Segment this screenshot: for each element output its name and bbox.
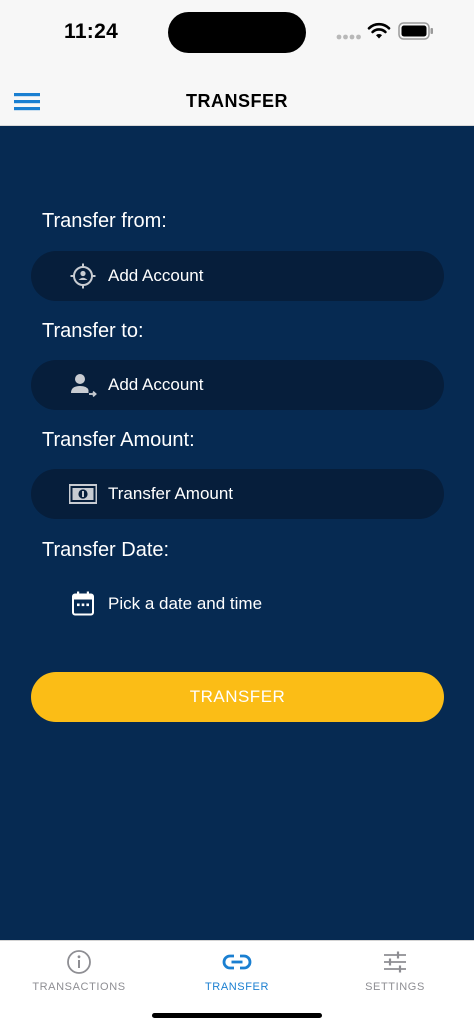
transfer-date-label: Transfer Date: <box>42 539 170 561</box>
cellular-signal-icon <box>336 34 361 40</box>
info-icon <box>67 950 91 974</box>
money-icon <box>69 484 97 504</box>
transfer-amount-placeholder: Transfer Amount <box>108 484 234 503</box>
tab-settings-label: SETTINGS <box>365 981 425 993</box>
transfer-from-value: Add Account <box>108 266 204 285</box>
tab-transactions[interactable]: TRANSACTIONS <box>0 941 158 1005</box>
status-time: 11:24 <box>64 20 119 43</box>
navigation-bar: TRANSFER <box>0 56 474 126</box>
link-icon <box>222 954 252 970</box>
tab-bar: TRANSACTIONS TRANSFER SETTINGS <box>0 940 474 1027</box>
tab-transactions-label: TRANSACTIONS <box>32 981 126 993</box>
transfer-amount-label: Transfer Amount: <box>42 429 195 451</box>
home-indicator <box>152 1013 322 1018</box>
transfer-date-picker[interactable]: Pick a date and time <box>31 579 444 629</box>
dynamic-island <box>168 12 306 53</box>
transfer-from-label: Transfer from: <box>42 210 167 232</box>
transfer-to-value: Add Account <box>108 375 204 394</box>
transfer-to-label: Transfer to: <box>42 320 144 342</box>
transfer-date-value: Pick a date and time <box>108 594 263 613</box>
tab-transfer[interactable]: TRANSFER <box>158 941 316 1005</box>
wifi-icon <box>367 22 391 39</box>
transfer-amount-input[interactable]: Transfer Amount <box>31 469 444 519</box>
calendar-icon <box>72 591 94 616</box>
tab-transfer-label: TRANSFER <box>204 981 270 993</box>
sliders-icon <box>384 951 406 973</box>
person-transfer-icon <box>71 374 97 398</box>
page-title: TRANSFER <box>186 91 288 111</box>
status-bar: 11:24 <box>0 0 474 56</box>
account-target-icon <box>70 263 96 289</box>
tab-settings[interactable]: SETTINGS <box>316 941 474 1005</box>
battery-icon <box>398 22 433 40</box>
transfer-from-field[interactable]: Add Account <box>31 251 444 301</box>
transfer-button[interactable]: TRANSFER <box>31 672 444 722</box>
transfer-form: Transfer from: Add Account Transfer to: … <box>0 126 474 940</box>
transfer-to-field[interactable]: Add Account <box>31 360 444 410</box>
